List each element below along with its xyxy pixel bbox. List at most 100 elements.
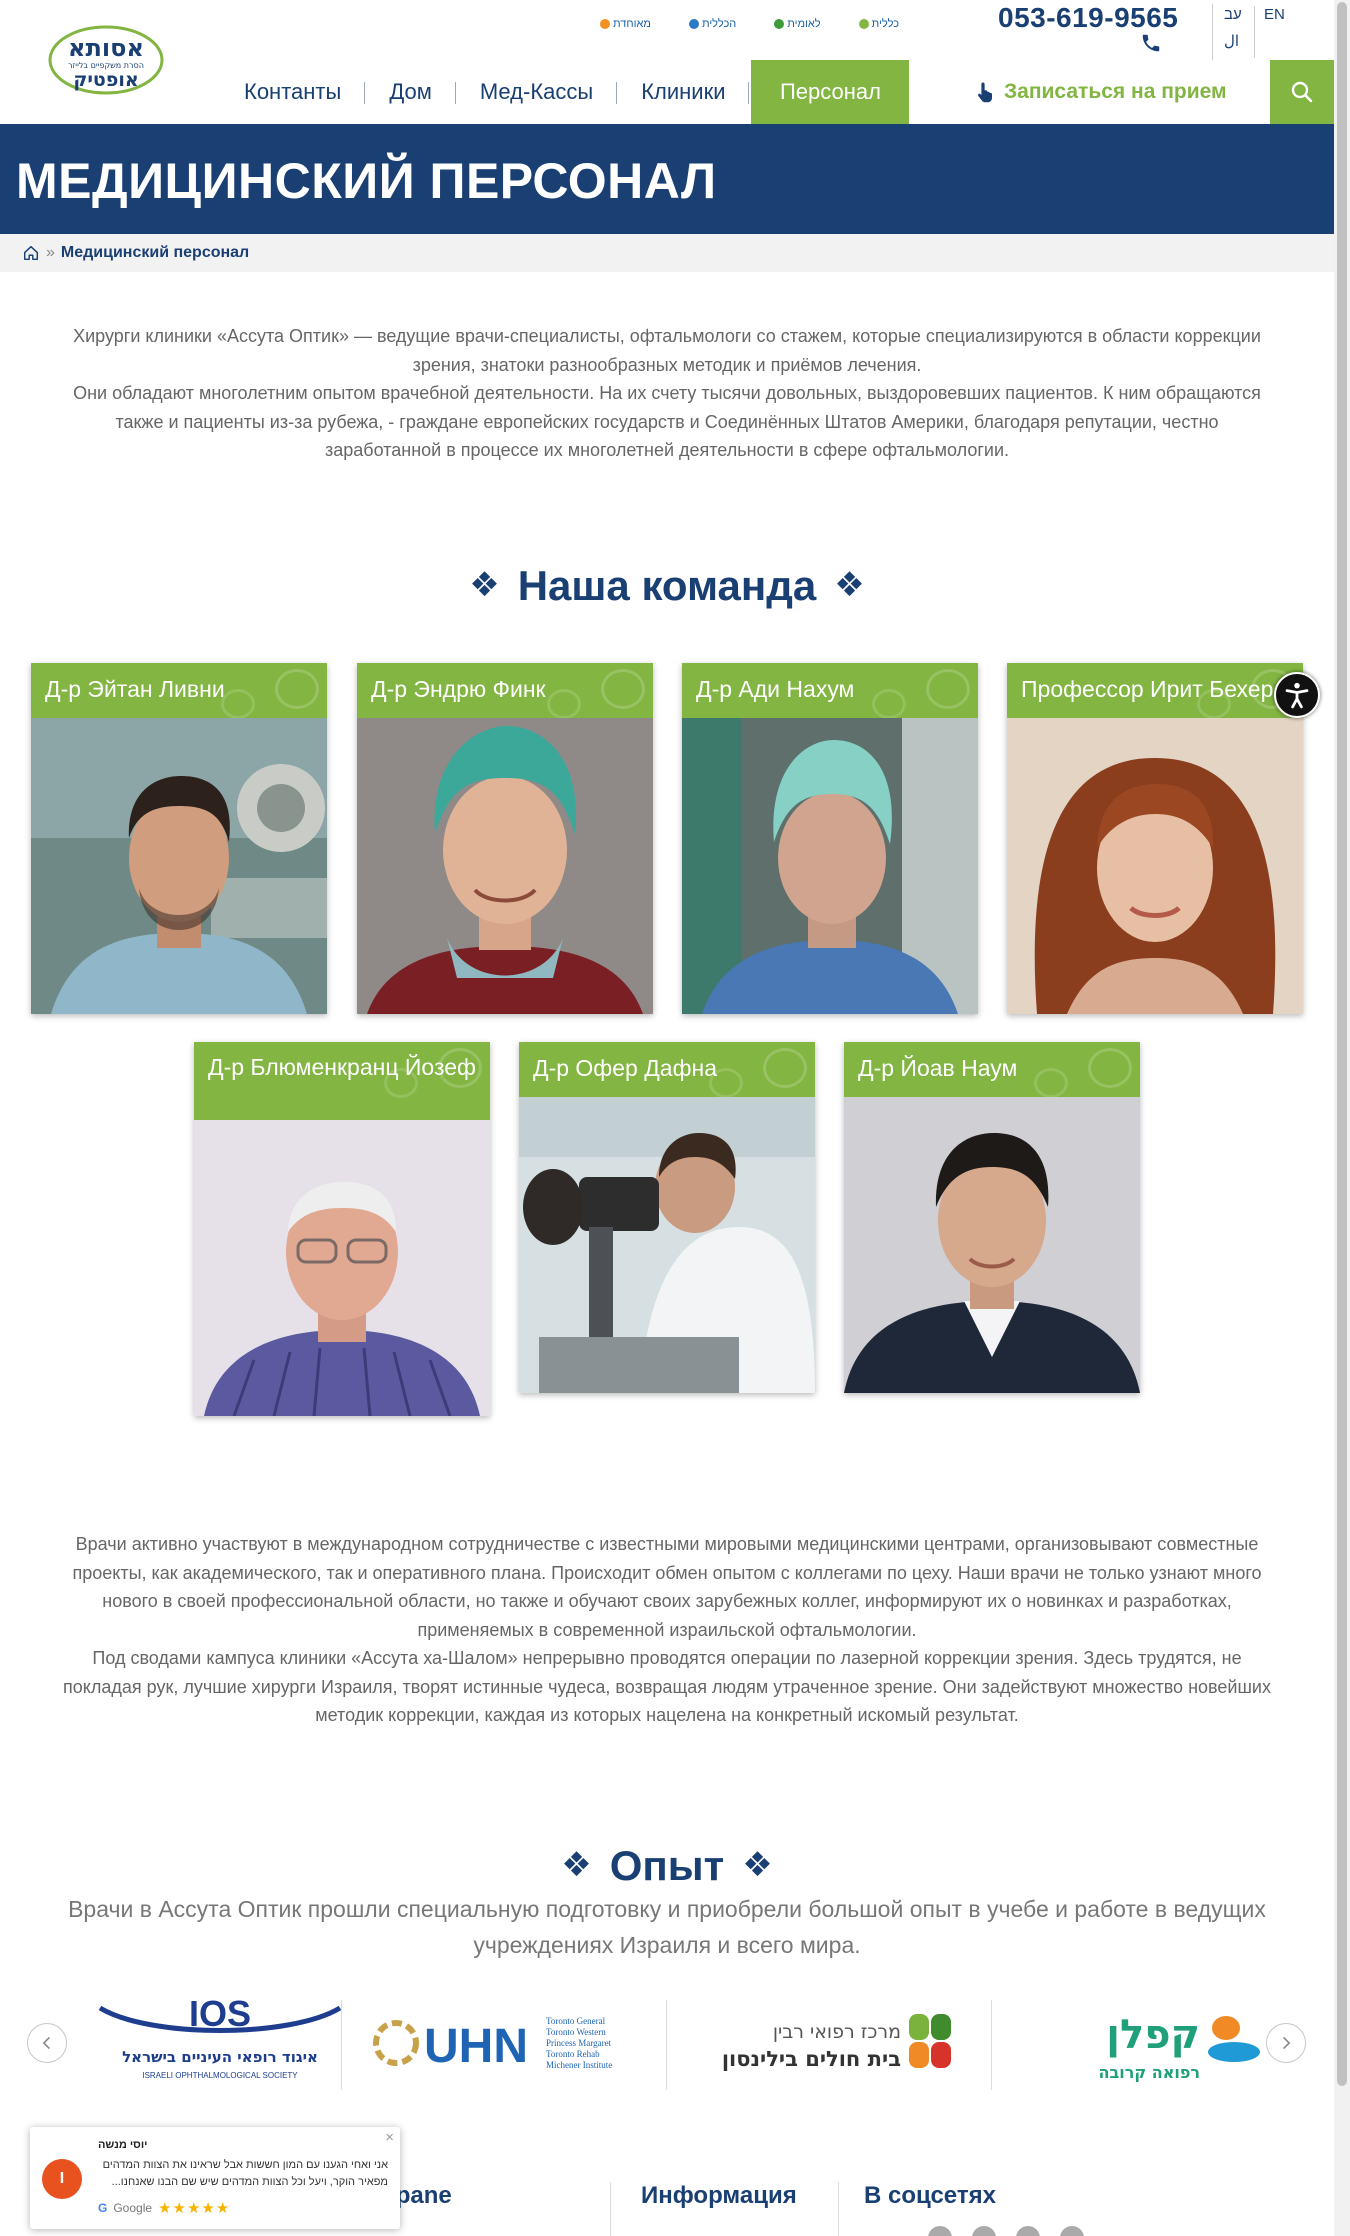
intro-paragraph: Они обладают многолетним опытом врачебно… <box>73 383 1261 460</box>
partner-logo[interactable]: מרכז רפואי רבין בית חולים בילינסון <box>675 1994 995 2092</box>
review-text-line: אני ואחי הגענו עם המון חששות אבל שראינו … <box>102 2159 388 2171</box>
doctor-card[interactable]: Д-р Йоав Наум <box>844 1042 1140 1393</box>
experience-subtitle: Врачи в Ассута Оптик прошли специальную … <box>68 1896 1266 1958</box>
page-title: МЕДИЦИНСКИЙ ПЕРСОНАЛ <box>16 153 717 209</box>
health-fund-logo[interactable]: לאומית <box>774 18 821 30</box>
intro-text: Хирурги клиники «Ассута Оптик» — ведущие… <box>60 322 1274 465</box>
doctor-card[interactable]: Д-р Эйтан Ливни <box>31 663 327 1014</box>
hand-pointer-icon <box>978 82 992 103</box>
page-scrollbar[interactable] <box>1334 0 1350 2236</box>
review-source: G Google ★★★★★ <box>98 2199 230 2217</box>
doctor-name: Д-р Блюменкранц Йозеф <box>208 1054 476 1080</box>
doctor-photo <box>844 1097 1140 1393</box>
social-links <box>928 2226 1084 2236</box>
partner-uhn-line: Michener Institute <box>546 2060 612 2070</box>
chevron-left-icon <box>42 2036 50 2050</box>
review-text-line: מפאיר הוקר, ויעל וכל הצוות המדהים שיש שם… <box>111 2176 388 2188</box>
doctor-photo <box>194 1120 490 1416</box>
team-heading-text: Наша команда <box>517 562 817 609</box>
partner-rabin-line2: בית חולים בילינסון <box>722 2047 901 2071</box>
partner-ios-mark: IOS <box>189 1998 251 2034</box>
lang-ar-link[interactable]: ال <box>1224 32 1239 50</box>
health-fund-logo[interactable]: מאוחדת <box>600 18 651 30</box>
doctor-name: Профессор Ирит Бехер <box>1021 676 1274 702</box>
ornament-icon: ❖ <box>561 1846 592 1884</box>
accessibility-icon[interactable] <box>1274 672 1320 718</box>
breadcrumb: » Медицинский персонал <box>0 234 1334 272</box>
svg-text:אופטיק: אופטיק <box>73 69 138 91</box>
partner-uhn-line: Toronto General <box>546 2016 606 2026</box>
health-fund-logo[interactable]: הכללית <box>688 18 736 30</box>
nav-contacts[interactable]: Контанты <box>220 60 366 124</box>
site-header: אסותא הסרת משקפיים בלייזר אופטיק מאוחדת … <box>0 0 1334 124</box>
rating-stars: ★★★★★ <box>158 2200 231 2217</box>
book-appointment-button[interactable]: Записаться на прием <box>976 60 1227 124</box>
svg-text:אסותא: אסותא <box>68 34 144 62</box>
doctor-card[interactable]: Д-р Ади Нахум <box>682 663 978 1014</box>
breadcrumb-current: Медицинский персонал <box>60 244 250 261</box>
assuta-optic-logo[interactable]: אסותא הסרת משקפיים בלייזר אופטיק <box>36 24 176 96</box>
footer-heading-information: Информация <box>641 2182 797 2209</box>
intro-paragraph: Хирурги клиники «Ассута Оптик» — ведущие… <box>73 326 1261 375</box>
doctor-card[interactable]: Д-р Офер Дафна <box>519 1042 815 1393</box>
doctor-card[interactable]: Д-р Блюменкранц Йозеф <box>194 1042 490 1416</box>
lang-en-link[interactable]: EN <box>1264 6 1285 23</box>
footer-heading-social: В соцсетях <box>864 2182 996 2209</box>
lang-he-link[interactable]: עב <box>1224 6 1242 23</box>
doctor-photo <box>357 718 653 1014</box>
partner-rabin-line1: מרכז רפואי רבין <box>773 2021 901 2043</box>
breadcrumb-separator: » <box>46 244 55 261</box>
phone-number[interactable]: 053-619-9565 <box>998 2 1178 34</box>
partner-ios-hebrew: איגוד רופאי העיניים בישראל <box>122 2048 318 2066</box>
search-button[interactable] <box>1270 60 1334 124</box>
doctor-photo <box>1007 718 1303 1014</box>
page-banner: МЕДИЦИНСКИЙ ПЕРСОНАЛ <box>0 124 1334 234</box>
partner-kaplan-line1: קפלן <box>1106 2012 1200 2058</box>
partner-uhn-mark: UHN <box>424 2020 528 2073</box>
doctor-photo <box>682 718 978 1014</box>
experience-heading: ❖ Опыт ❖ <box>0 1842 1334 1890</box>
doctor-card[interactable]: Профессор Ирит Бехер <box>1007 663 1303 1014</box>
reviewer-name: יוסי מנשה <box>98 2139 148 2151</box>
staff-description: Врачи активно участвуют в международном … <box>60 1530 1274 1730</box>
doctor-name: Д-р Эйтан Ливни <box>45 676 225 702</box>
nav-home[interactable]: Дом <box>365 60 456 124</box>
doctor-photo <box>519 1097 815 1393</box>
team-heading: ❖ Наша команда ❖ <box>0 562 1334 610</box>
nav-clinics[interactable]: Клиники <box>617 60 750 124</box>
close-icon[interactable]: × <box>385 2129 394 2146</box>
youtube-icon[interactable] <box>972 2226 996 2236</box>
book-appointment-label: Записаться на прием <box>1004 80 1227 103</box>
partner-logo[interactable]: קפלן רפואה קרובה <box>1000 1994 1320 2092</box>
partner-uhn-line: Toronto Rehab <box>546 2049 600 2059</box>
instagram-icon[interactable] <box>1016 2226 1040 2236</box>
ornament-icon: ❖ <box>742 1846 773 1884</box>
nav-health-funds[interactable]: Мед-Кассы <box>456 60 618 124</box>
doctor-card[interactable]: Д-р Эндрю Финк <box>357 663 653 1014</box>
health-fund-logo[interactable]: כללית <box>858 18 899 30</box>
facebook-icon[interactable] <box>928 2226 952 2236</box>
partner-kaplan-line2: רפואה קרובה <box>1098 2063 1200 2082</box>
review-text: אני ואחי הגענו עם המון חששות אבל שראינו … <box>98 2157 388 2191</box>
experience-heading-text: Опыт <box>609 1842 725 1889</box>
partner-logo[interactable]: UHN Toronto General Toronto Western Prin… <box>350 1994 670 2092</box>
ornament-icon: ❖ <box>469 566 500 604</box>
search-icon <box>1291 81 1313 103</box>
partner-ios-english: ISRAELI OPHTHALMOLOGICAL SOCIETY <box>142 2071 298 2080</box>
partner-uhn-line: Princess Margaret <box>546 2038 612 2048</box>
nav-staff[interactable]: Персонал <box>751 60 910 124</box>
partner-logo[interactable]: IOS איגוד רופאי העיניים בישראל ISRAELI O… <box>60 1994 380 2092</box>
google-icon: G <box>98 2201 108 2215</box>
google-review-popup[interactable]: × I יוסי מנשה אני ואחי הגענו עם המון חשש… <box>30 2127 400 2229</box>
whatsapp-icon[interactable] <box>1060 2226 1084 2236</box>
ornament-icon: ❖ <box>834 566 865 604</box>
reviewer-avatar: I <box>42 2159 82 2199</box>
health-fund-logos: מאוחדת הכללית לאומית כללית <box>600 18 899 30</box>
review-source-label: Google <box>113 2201 153 2215</box>
home-icon[interactable] <box>22 244 40 262</box>
doctor-name: Д-р Йоав Наум <box>858 1055 1018 1081</box>
phone-icon[interactable] <box>1140 32 1162 54</box>
description-paragraph: Под сводами кампуса клиники «Ассута ха-Ш… <box>63 1648 1271 1725</box>
partner-uhn-line: Toronto Western <box>546 2027 606 2037</box>
doctor-photo <box>31 718 327 1014</box>
